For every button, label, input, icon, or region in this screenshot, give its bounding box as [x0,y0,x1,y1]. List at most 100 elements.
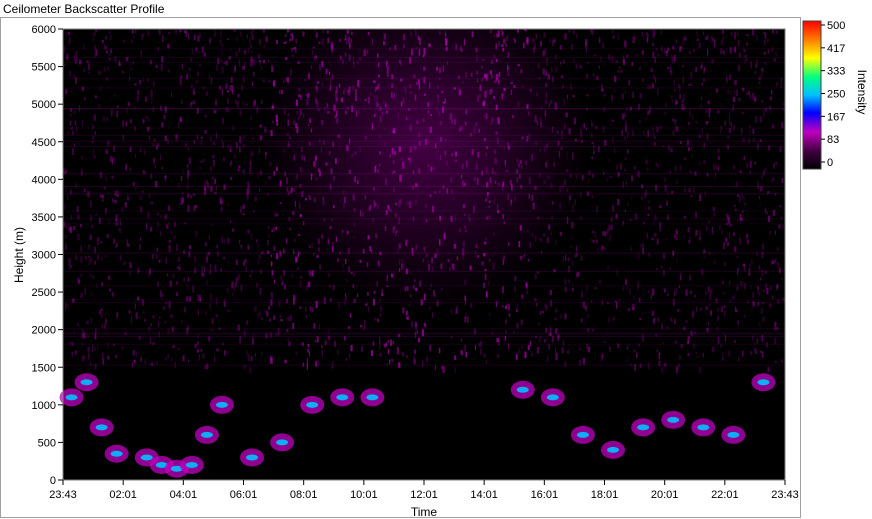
noise-speckle [776,247,779,251]
noise-speckle [195,231,198,237]
noise-speckle [197,335,199,340]
noise-speckle [101,195,104,202]
noise-speckle [734,306,737,312]
noise-speckle [675,228,678,234]
noise-speckle [116,194,119,197]
noise-speckle [239,136,242,144]
noise-speckle [65,245,67,250]
noise-speckle [119,219,122,226]
noise-speckle [197,71,199,76]
noise-speckle [284,359,287,364]
noise-speckle [210,293,212,301]
noise-speckle [215,298,217,305]
noise-speckle [689,170,692,174]
noise-speckle [749,129,751,134]
noise-speckle [727,144,729,150]
cloud-core [757,379,770,386]
noise-speckle [199,33,201,38]
noise-speckle [759,81,761,85]
noise-speckle [612,205,614,212]
noise-speckle [775,162,778,165]
noise-speckle [245,103,248,106]
noise-speckle [147,31,150,37]
noise-speckle [764,40,766,45]
noise-speckle [106,235,109,238]
cloud-core [667,416,680,423]
noise-speckle [624,40,627,48]
noise-speckle [88,352,90,360]
noise-speckle [160,63,163,71]
noise-speckle [234,287,236,293]
noise-speckle [82,67,85,73]
noise-speckle [228,203,230,207]
noise-speckle [317,359,320,367]
noise-speckle [202,353,205,359]
noise-speckle [239,110,242,116]
noise-speckle [209,136,213,141]
noise-speckle [249,158,252,166]
noise-speckle [707,286,710,293]
noise-speckle [93,114,97,121]
noise-speckle [249,167,251,174]
noise-speckle [591,239,593,242]
noise-speckle [722,280,724,285]
noise-speckle [771,179,773,183]
noise-speckle [593,149,595,155]
noise-speckle [751,305,753,310]
noise-speckle [724,120,726,127]
noise-speckle [637,253,640,260]
noise-speckle [198,51,200,54]
noise-speckle [139,80,142,85]
noise-speckle [170,314,173,319]
noise-speckle [616,268,618,276]
cloud-core [727,431,740,438]
noise-speckle [594,231,597,239]
noise-speckle [751,259,753,264]
noise-speckle [674,119,677,125]
noise-speckle [129,63,132,67]
noise-speckle [661,323,664,330]
noise-speckle [730,121,732,127]
noise-speckle [706,121,709,124]
colorbar [802,20,822,170]
noise-speckle [112,198,114,203]
noise-speckle [598,37,601,44]
noise-speckle [197,309,199,315]
noise-speckle [217,251,219,257]
noise-speckle [676,180,679,184]
noise-speckle [701,128,703,134]
noise-speckle [238,239,241,244]
noise-speckle [691,154,693,158]
noise-speckle [69,120,72,126]
noise-speckle [89,200,92,208]
x-tick-label: 20:01 [651,489,679,501]
noise-speckle [182,355,185,362]
noise-speckle [654,233,657,237]
noise-speckle [133,360,136,364]
noise-speckle [607,265,610,270]
noise-speckle [767,366,770,372]
noise-speckle [652,33,655,39]
noise-speckle [179,29,182,33]
noise-speckle [222,117,224,124]
noise-speckle [65,234,67,239]
noise-speckle [734,90,736,96]
noise-speckle [68,37,71,45]
noise-speckle [774,259,777,264]
noise-speckle [621,129,624,136]
noise-speckle [683,215,686,219]
noise-speckle [140,50,143,57]
noise-speckle [628,79,631,86]
noise-speckle [705,291,707,295]
noise-speckle [594,287,597,290]
noise-speckle [688,121,690,125]
noise-speckle [257,257,260,265]
cloud-core [215,401,228,408]
noise-speckle [606,177,608,182]
noise-speckle [653,132,655,137]
noise-speckle [249,274,252,277]
noise-speckle [222,142,224,149]
noise-speckle [766,342,768,348]
noise-speckle [698,42,701,49]
noise-speckle [752,92,755,100]
